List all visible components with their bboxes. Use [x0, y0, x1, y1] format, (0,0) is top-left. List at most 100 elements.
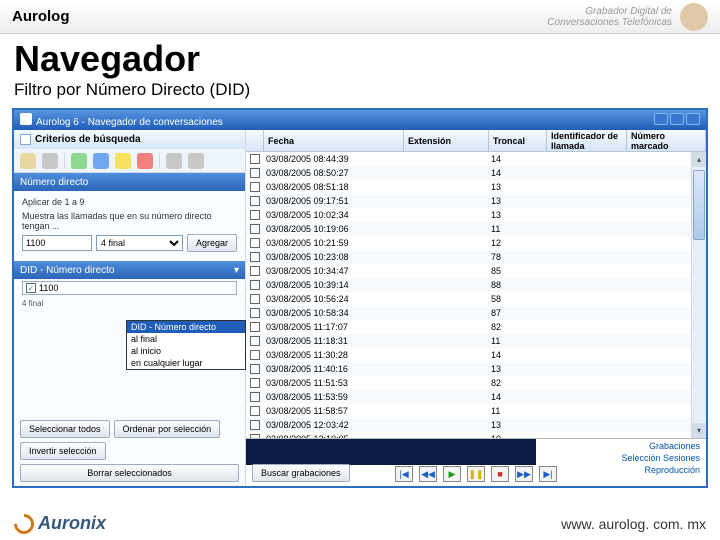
scroll-thumb[interactable] [693, 170, 705, 240]
invert-selection-button[interactable]: Invertir selección [20, 442, 106, 460]
row-checkbox[interactable] [250, 392, 260, 402]
row-checkbox[interactable] [250, 406, 260, 416]
add-icon[interactable] [71, 153, 87, 169]
sessions-link[interactable]: Selección Sesiones [621, 453, 700, 463]
col-trunk[interactable]: Troncal [489, 130, 547, 151]
vertical-scrollbar[interactable]: ▴ ▾ [691, 152, 706, 438]
skip-fwd-icon[interactable]: ▶| [539, 466, 557, 482]
row-checkbox[interactable] [250, 224, 260, 234]
row-checkbox[interactable] [250, 420, 260, 430]
results-panel: Fecha Extensión Troncal Identificador de… [246, 130, 706, 486]
play-icon[interactable]: ▶ [443, 466, 461, 482]
star-icon[interactable] [115, 153, 131, 169]
stop-icon[interactable]: ■ [491, 466, 509, 482]
table-row[interactable]: 03/08/2005 10:21:5912 [246, 236, 706, 250]
did-dropdown-row[interactable]: DID - Número directo▾ [14, 261, 245, 279]
scroll-up-icon[interactable]: ▴ [692, 152, 706, 167]
row-checkbox[interactable] [250, 252, 260, 262]
row-checkbox[interactable] [250, 168, 260, 178]
table-row[interactable]: 03/08/2005 10:39:1488 [246, 278, 706, 292]
delete-selected-button[interactable]: Borrar seleccionados [20, 464, 239, 482]
table-row[interactable]: 03/08/2005 11:30:2814 [246, 348, 706, 362]
chevron-down-icon[interactable]: ▾ [234, 265, 239, 276]
pause-icon[interactable]: ❚❚ [467, 466, 485, 482]
dropdown-option[interactable]: al final [127, 333, 245, 345]
row-checkbox[interactable] [250, 266, 260, 276]
col-extension[interactable]: Extensión [404, 130, 489, 151]
table-row[interactable]: 03/08/2005 10:58:3487 [246, 306, 706, 320]
row-checkbox[interactable] [250, 350, 260, 360]
minimize-icon[interactable] [654, 113, 668, 125]
rewind-icon[interactable]: ◀◀ [419, 466, 437, 482]
grid-header: Fecha Extensión Troncal Identificador de… [246, 130, 706, 152]
print-icon[interactable] [20, 153, 36, 169]
scroll-down-icon[interactable]: ▾ [692, 423, 706, 438]
row-checkbox[interactable] [250, 182, 260, 192]
criteria-header[interactable]: Criterios de búsqueda [14, 130, 245, 149]
sort-selection-button[interactable]: Ordenar por selección [114, 420, 221, 438]
table-row[interactable]: 03/08/2005 11:51:5382 [246, 376, 706, 390]
search-recordings-button[interactable]: Buscar grabaciones [252, 464, 350, 482]
app-window: Aurolog 6 - Navegador de conversaciones … [12, 108, 708, 488]
row-checkbox[interactable] [250, 238, 260, 248]
table-row[interactable]: 03/08/2005 11:17:0782 [246, 320, 706, 334]
search-criteria-panel: Criterios de búsqueda Número directo Apl… [14, 130, 246, 486]
playback-link[interactable]: Reproducción [644, 465, 700, 475]
add-button[interactable]: Agregar [187, 234, 237, 252]
did-dropdown-open[interactable]: DID - Número directo al final al inicio … [126, 320, 246, 370]
table-row[interactable]: 03/08/2005 10:23:0878 [246, 250, 706, 264]
table-row[interactable]: 03/08/2005 11:53:5914 [246, 390, 706, 404]
grid-body[interactable]: 03/08/2005 08:44:391403/08/2005 08:50:27… [246, 152, 706, 438]
table-row[interactable]: 03/08/2005 10:56:2458 [246, 292, 706, 306]
table-row[interactable]: 03/08/2005 10:34:4785 [246, 264, 706, 278]
did-input[interactable] [22, 235, 92, 251]
table-row[interactable]: 03/08/2005 08:51:1813 [246, 180, 706, 194]
window-titlebar[interactable]: Aurolog 6 - Navegador de conversaciones [14, 110, 706, 130]
checkbox-icon[interactable]: ✓ [26, 283, 36, 293]
table-row[interactable]: 03/08/2005 11:58:5711 [246, 404, 706, 418]
row-checkbox[interactable] [250, 322, 260, 332]
select-all-button[interactable]: Seleccionar todos [20, 420, 110, 438]
dropdown-option[interactable]: en cualquier lugar [127, 357, 245, 369]
table-row[interactable]: 03/08/2005 10:19:0611 [246, 222, 706, 236]
row-checkbox[interactable] [250, 196, 260, 206]
table-row[interactable]: 03/08/2005 09:17:5113 [246, 194, 706, 208]
table-row[interactable]: 03/08/2005 12:03:4213 [246, 418, 706, 432]
window-controls[interactable] [652, 113, 700, 128]
flag-icon[interactable] [137, 153, 153, 169]
col-callid[interactable]: Identificador de llamada [547, 130, 627, 151]
player-bar: Buscar grabaciones |◀ ◀◀ ▶ ❚❚ ■ ▶▶ ▶| Gr… [246, 438, 706, 486]
did-mode-select[interactable]: 4 final [96, 235, 183, 251]
row-checkbox[interactable] [250, 294, 260, 304]
row-checkbox[interactable] [250, 378, 260, 388]
expand-icon[interactable] [20, 134, 31, 145]
table-row[interactable]: 03/08/2005 10:02:3413 [246, 208, 706, 222]
close-icon[interactable] [686, 113, 700, 125]
dropdown-option-selected[interactable]: DID - Número directo [127, 321, 245, 333]
direct-number-section[interactable]: Número directo [14, 173, 245, 191]
table-row[interactable]: 03/08/2005 11:18:3111 [246, 334, 706, 348]
tool-icon[interactable] [42, 153, 58, 169]
col-date[interactable]: Fecha [264, 130, 404, 151]
row-checkbox[interactable] [250, 364, 260, 374]
help-icon[interactable] [188, 153, 204, 169]
folder-icon[interactable] [93, 153, 109, 169]
row-checkbox[interactable] [250, 280, 260, 290]
did-list-item[interactable]: ✓1100 [22, 281, 237, 295]
maximize-icon[interactable] [670, 113, 684, 125]
col-dialed[interactable]: Número marcado [627, 130, 706, 151]
skip-back-icon[interactable]: |◀ [395, 466, 413, 482]
row-checkbox[interactable] [250, 210, 260, 220]
table-row[interactable]: 03/08/2005 08:50:2714 [246, 166, 706, 180]
recordings-link[interactable]: Grabaciones [649, 441, 700, 451]
col-check[interactable] [246, 130, 264, 151]
config-icon[interactable] [166, 153, 182, 169]
footer-logo: Auronix [14, 513, 106, 534]
table-row[interactable]: 03/08/2005 11:40:1613 [246, 362, 706, 376]
row-checkbox[interactable] [250, 308, 260, 318]
table-row[interactable]: 03/08/2005 08:44:3914 [246, 152, 706, 166]
row-checkbox[interactable] [250, 336, 260, 346]
forward-icon[interactable]: ▶▶ [515, 466, 533, 482]
row-checkbox[interactable] [250, 154, 260, 164]
dropdown-option[interactable]: al inicio [127, 345, 245, 357]
